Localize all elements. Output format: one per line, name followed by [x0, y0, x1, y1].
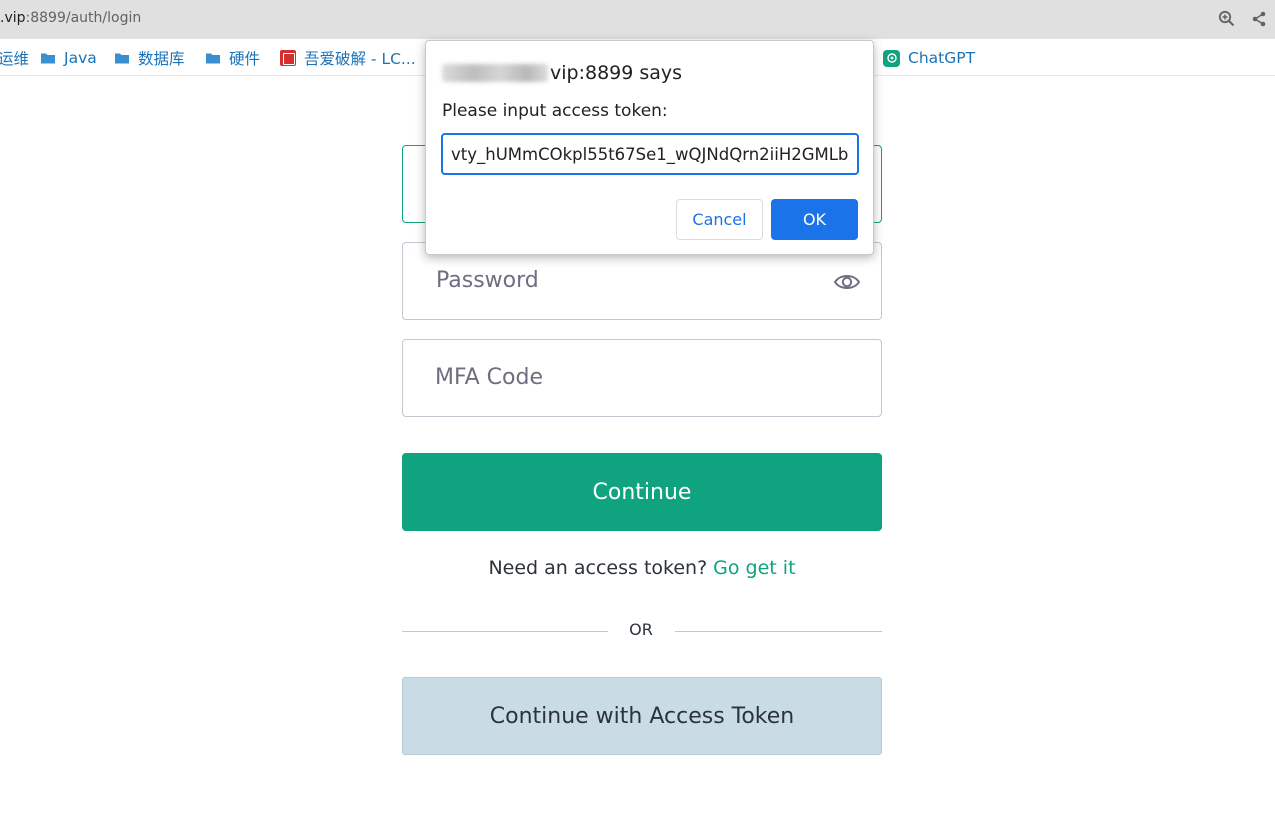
- continue-with-access-token-button[interactable]: Continue with Access Token: [402, 677, 882, 755]
- cancel-button[interactable]: Cancel: [676, 199, 763, 240]
- bookmark-label: 吾爱破解 - LC...: [304, 50, 416, 68]
- mfa-placeholder: MFA Code: [435, 365, 543, 390]
- chatgpt-favicon: [883, 49, 900, 67]
- password-placeholder: Password: [436, 268, 539, 293]
- eye-icon[interactable]: [833, 269, 861, 295]
- site-favicon: [280, 50, 296, 66]
- ok-button[interactable]: OK: [771, 199, 858, 240]
- bookmark-database[interactable]: 数据库: [114, 47, 185, 69]
- divider-right: [675, 631, 882, 632]
- bookmark-label: 硬件: [229, 50, 261, 68]
- url-path: :8899/auth/login: [25, 10, 142, 26]
- mfa-code-field[interactable]: MFA Code: [402, 339, 882, 417]
- bookmark-label: 运维: [0, 50, 30, 68]
- access-token-input[interactable]: [441, 133, 859, 175]
- prompt-dialog: vip:8899 says Please input access token:…: [425, 40, 874, 255]
- dialog-message: Please input access token:: [442, 101, 668, 121]
- folder-icon: [206, 53, 220, 64]
- need-token-text: Need an access token? Go get it: [402, 557, 882, 579]
- blurred-hostname: [442, 64, 548, 82]
- bookmark-label: ChatGPT: [908, 49, 976, 67]
- bookmark-ops[interactable]: 运维: [0, 47, 29, 69]
- bookmark-label: Java: [64, 49, 97, 67]
- or-label: OR: [629, 620, 653, 639]
- bookmark-chatgpt[interactable]: ChatGPT: [883, 47, 975, 69]
- dialog-title: vip:8899 says: [442, 62, 682, 84]
- browser-window: .vip:8899/auth/login 运维 Java 数据库 硬件 吾爱破解…: [0, 0, 1275, 824]
- share-icon[interactable]: [1249, 9, 1269, 29]
- dialog-origin: vip:8899 says: [550, 62, 683, 84]
- bookmark-label: 数据库: [138, 50, 185, 68]
- url-host: .vip: [0, 10, 26, 26]
- folder-icon: [41, 53, 55, 64]
- bookmark-52pojie[interactable]: 吾爱破解 - LC...: [280, 47, 416, 69]
- url-text[interactable]: .vip:8899/auth/login: [0, 10, 141, 26]
- address-bar[interactable]: .vip:8899/auth/login: [0, 0, 1275, 39]
- bookmark-java[interactable]: Java: [40, 47, 97, 69]
- need-token-label: Need an access token?: [488, 557, 708, 579]
- go-get-it-link[interactable]: Go get it: [713, 557, 795, 579]
- zoom-icon[interactable]: [1217, 9, 1237, 29]
- divider-left: [402, 631, 608, 632]
- continue-button[interactable]: Continue: [402, 453, 882, 531]
- bookmark-hardware[interactable]: 硬件: [205, 47, 260, 69]
- folder-icon: [115, 53, 129, 64]
